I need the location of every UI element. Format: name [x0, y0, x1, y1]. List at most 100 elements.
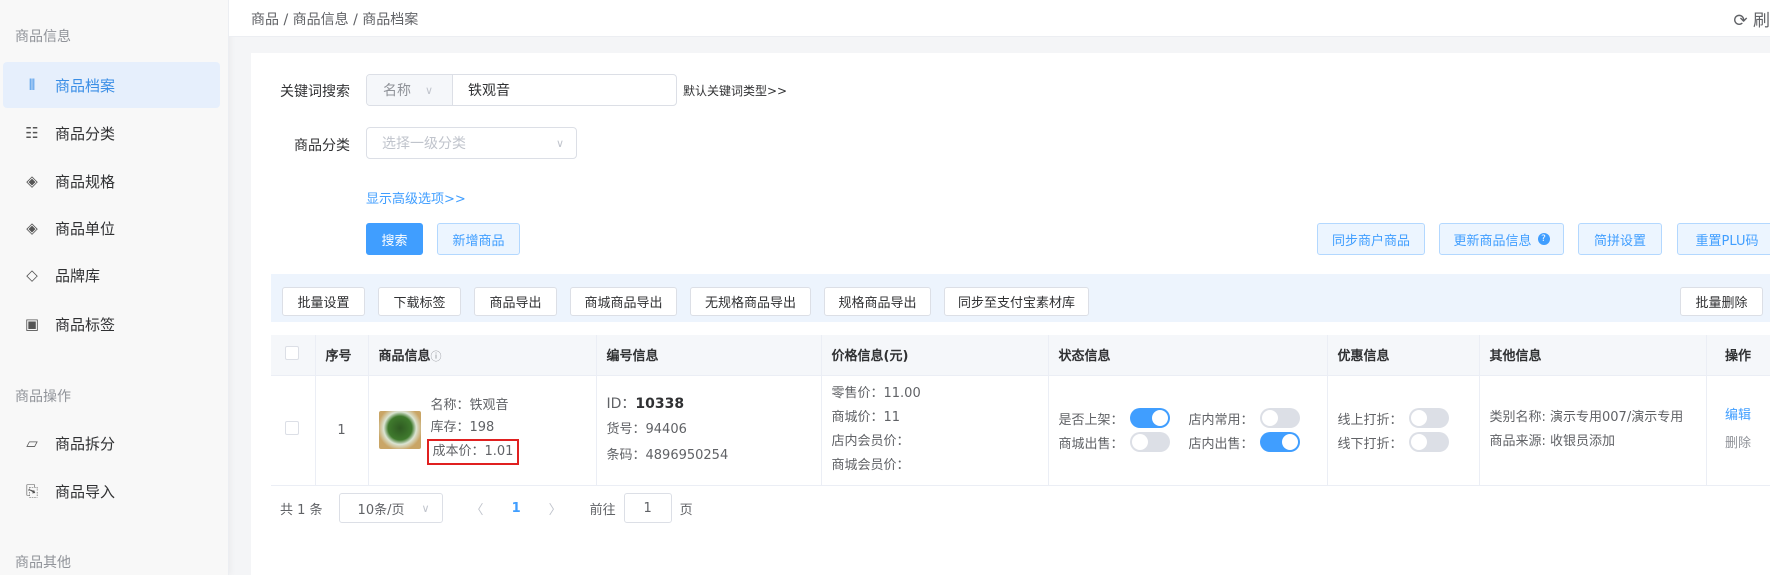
offline-discount-toggle[interactable] [1408, 432, 1449, 452]
sidebar-item-label: 商品分类 [55, 124, 116, 143]
table-row: 1 名称：铁观音 库存：198 成本价：1.01 ID：10338 货号：944… [271, 375, 1770, 486]
breadcrumb: 商品 / 商品信息 / 商品档案 [251, 12, 419, 28]
keyword-input[interactable]: 铁观音 [453, 75, 676, 105]
sidebar-item-spec[interactable]: ◈ 商品规格 [3, 158, 220, 204]
batch-toolbar: 批量设置 下载标签 商品导出 商城商品导出 无规格商品导出 规格商品导出 同步至… [271, 274, 1770, 322]
default-keyword-type-link[interactable]: 默认关键词类型>> [683, 82, 787, 99]
category-name: 类别名称: 演示专用007/演示专用 [1489, 410, 1684, 425]
product-name: 名称：铁观音 [430, 398, 509, 413]
page-size-value: 10条/页 [357, 502, 405, 518]
sidebar-item-import[interactable]: ⎘ 商品导入 [3, 468, 220, 514]
page-size-select[interactable]: 10条/页 ∨ [338, 493, 443, 523]
tag-icon: ◇ [26, 266, 38, 284]
keyword-label: 关键词搜索 [280, 84, 350, 100]
update-product-info-button[interactable]: 更新商品信息? [1439, 223, 1564, 255]
prev-page-button[interactable]: 〈 [471, 499, 484, 518]
col-other-info: 其他信息 [1479, 335, 1707, 376]
retail-price: 零售价：11.00 [831, 386, 921, 401]
batch-settings-button[interactable]: 批量设置 [282, 287, 365, 316]
switch-label: 线下打折： [1337, 436, 1403, 452]
chevron-down-icon: ∨ [421, 501, 430, 515]
section-title: 商品信息 [15, 29, 71, 45]
advanced-options-link[interactable]: 显示高级选项>> [366, 188, 466, 207]
info-icon: ⓘ [430, 350, 442, 364]
sidebar-item-label: 商品导入 [55, 482, 116, 501]
sidebar-item-split[interactable]: ▱ 商品拆分 [3, 420, 220, 466]
goto-label: 前往 [589, 502, 616, 518]
col-index: 序号 [315, 335, 369, 376]
reset-plu-button[interactable]: 重置PLU码 [1677, 223, 1770, 255]
export-nonspec-products-button[interactable]: 无规格商品导出 [690, 287, 811, 316]
keyword-type-value: 名称 [383, 83, 411, 99]
next-page-button[interactable]: 〉 [549, 499, 562, 518]
col-actions: 操作 [1706, 335, 1770, 376]
search-button[interactable]: 搜索 [366, 223, 423, 255]
layers-icon: ◈ [26, 172, 38, 190]
online-discount-toggle[interactable] [1408, 408, 1449, 428]
switch-label: 商城出售： [1058, 436, 1124, 452]
button-label: 更新商品信息 [1453, 233, 1532, 249]
label-icon: ▣ [24, 315, 40, 333]
product-sku: 货号：94406 [606, 422, 687, 437]
product-id: ID：10338 [607, 391, 821, 417]
product-table: 序号 商品信息ⓘ 编号信息 价格信息(元) 状态信息 优惠信息 其他信息 操作 … [271, 335, 1770, 486]
export-spec-products-button[interactable]: 规格商品导出 [824, 287, 931, 316]
product-barcode: 条码：4896950254 [606, 448, 729, 463]
row-checkbox[interactable] [285, 421, 299, 435]
refresh-button[interactable]: ⟳ 刷 [1733, 6, 1770, 31]
on-shelf-toggle[interactable] [1129, 408, 1170, 428]
content-card: 关键词搜索 名称 ∨ 铁观音 默认关键词类型>> 商品分类 选择一级分类 ∨ 显示高… [251, 53, 1770, 575]
mall-price: 商城价：11 [831, 410, 901, 425]
col-price-info: 价格信息(元) [821, 335, 1049, 376]
export-mall-products-button[interactable]: 商城商品导出 [570, 287, 677, 316]
page-suffix: 页 [679, 502, 693, 518]
col-discount-info: 优惠信息 [1327, 335, 1480, 376]
sidebar-item-label-tag[interactable]: ▣ 商品标签 [3, 301, 220, 347]
id-label: ID： [606, 396, 636, 412]
category-placeholder: 选择一级分类 [382, 136, 466, 152]
sidebar-item-label: 商品拆分 [55, 434, 116, 453]
pinyin-settings-button[interactable]: 简拼设置 [1578, 223, 1662, 255]
sidebar-item-product-archive[interactable]: ⫴ 商品档案 [3, 62, 220, 108]
total-count: 共 1 条 [280, 502, 323, 518]
select-all-checkbox[interactable] [285, 345, 299, 360]
goto-page-input[interactable]: 1 [623, 493, 672, 523]
batch-delete-button[interactable]: 批量删除 [1680, 287, 1763, 316]
sidebar-item-category[interactable]: ☷ 商品分类 [3, 110, 220, 156]
product-source: 商品来源: 收银员添加 [1489, 434, 1616, 449]
export-products-button[interactable]: 商品导出 [474, 287, 557, 316]
category-select[interactable]: 选择一级分类 ∨ [366, 127, 577, 159]
import-icon: ⎘ [25, 482, 38, 500]
pagination: 共 1 条 10条/页 ∨ 〈 1 〉 前往 1 页 [271, 493, 693, 523]
product-stock: 库存：198 [430, 420, 495, 435]
col-product-info: 商品信息ⓘ [368, 335, 597, 376]
section-title: 商品其他 [15, 555, 71, 571]
chevron-down-icon: ∨ [555, 136, 564, 150]
col-status-info: 状态信息 [1048, 335, 1328, 376]
keyword-type-select[interactable]: 名称 ∨ [367, 75, 453, 105]
add-product-button[interactable]: 新增商品 [437, 223, 520, 255]
sidebar: 商品信息 ⫴ 商品档案 ☷ 商品分类 ◈ 商品规格 ◈ 商品单位 ◇ 品牌库 ▣ 商品标签 … [0, 0, 229, 575]
switch-label: 店内出售： [1188, 436, 1254, 452]
edit-link[interactable]: 编辑 [1707, 402, 1770, 430]
store-sale-toggle[interactable] [1259, 432, 1300, 452]
keyword-search-group: 名称 ∨ 铁观音 [366, 74, 677, 106]
sidebar-item-unit[interactable]: ◈ 商品单位 [3, 205, 220, 251]
product-cost-price: 成本价：1.01 [426, 439, 520, 465]
id-value: 10338 [635, 396, 685, 412]
row-index: 1 [315, 375, 369, 486]
switch-label: 店内常用： [1188, 412, 1254, 428]
chevron-down-icon: ∨ [425, 83, 434, 97]
delete-link[interactable]: 删除 [1707, 430, 1770, 458]
current-page[interactable]: 1 [512, 501, 521, 516]
product-thumbnail [378, 411, 421, 449]
switch-label: 是否上架： [1058, 412, 1124, 428]
store-frequent-toggle[interactable] [1259, 408, 1300, 428]
sidebar-item-label: 商品档案 [55, 76, 116, 95]
mall-sale-toggle[interactable] [1129, 432, 1170, 452]
sync-merchant-products-button[interactable]: 同步商户商品 [1317, 223, 1425, 255]
sidebar-item-brand[interactable]: ◇ 品牌库 [3, 252, 220, 298]
sync-alipay-button[interactable]: 同步至支付宝素材库 [944, 287, 1089, 316]
download-labels-button[interactable]: 下载标签 [378, 287, 461, 316]
section-title: 商品操作 [15, 389, 71, 405]
